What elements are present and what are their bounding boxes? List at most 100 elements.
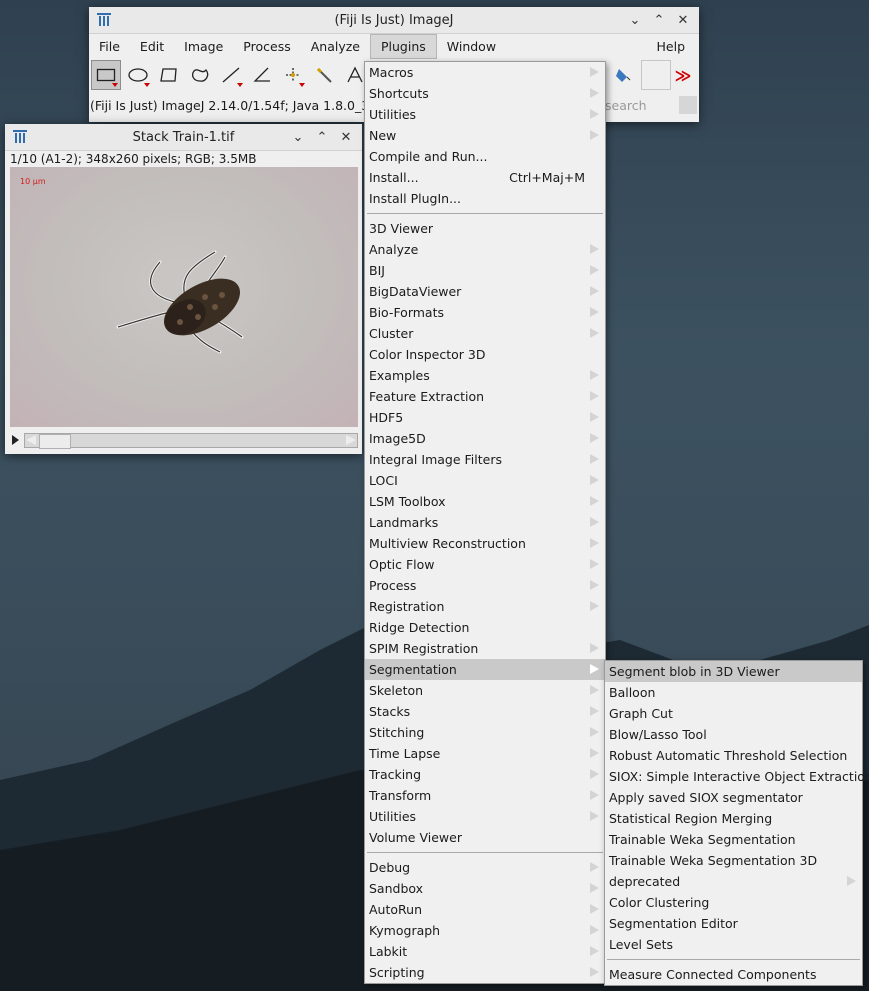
- oval-tool-icon[interactable]: [124, 61, 152, 89]
- menu-plugins[interactable]: Plugins: [369, 33, 437, 59]
- plugins-item-feature-extraction[interactable]: Feature Extraction: [365, 386, 605, 407]
- menu-image[interactable]: Image: [174, 35, 233, 58]
- plugins-item-image5d[interactable]: Image5D: [365, 428, 605, 449]
- segmentation-item-siox-simple-interactive-object-extraction[interactable]: SIOX: Simple Interactive Object Extracti…: [605, 766, 869, 787]
- empty-tool-slot[interactable]: [641, 60, 671, 90]
- plugins-item-loci[interactable]: LOCI: [365, 470, 605, 491]
- plugins-item-bij[interactable]: BIJ: [365, 260, 605, 281]
- search-input[interactable]: search: [605, 98, 647, 113]
- plugins-item-integral-image-filters[interactable]: Integral Image Filters: [365, 449, 605, 470]
- menu-process[interactable]: Process: [233, 35, 300, 58]
- more-tools-icon[interactable]: ≫: [669, 61, 697, 89]
- plugins-item-examples[interactable]: Examples: [365, 365, 605, 386]
- wand-tool-icon[interactable]: [310, 61, 338, 89]
- plugins-item-hdf5[interactable]: HDF5: [365, 407, 605, 428]
- scroll-left-icon[interactable]: [26, 435, 36, 445]
- segmentation-item-graph-cut[interactable]: Graph Cut: [605, 703, 862, 724]
- plugins-item-shortcuts[interactable]: Shortcuts: [365, 83, 605, 104]
- segmentation-item-balloon[interactable]: Balloon: [605, 682, 862, 703]
- plugins-item-kymograph[interactable]: Kymograph: [365, 920, 605, 941]
- close-icon[interactable]: ✕: [338, 129, 354, 145]
- segmentation-item-deprecated[interactable]: deprecated: [605, 871, 862, 892]
- menu-file[interactable]: File: [89, 35, 130, 58]
- menu-analyze[interactable]: Analyze: [301, 35, 370, 58]
- plugins-item-volume-viewer[interactable]: Volume Viewer: [365, 827, 605, 848]
- plugins-item-analyze[interactable]: Analyze: [365, 239, 605, 260]
- submenu-arrow-icon: [590, 412, 599, 422]
- segmentation-item-color-clustering[interactable]: Color Clustering: [605, 892, 862, 913]
- segmentation-item-blow-lasso-tool[interactable]: Blow/Lasso Tool: [605, 724, 862, 745]
- image-titlebar[interactable]: Stack Train-1.tif ⌄ ⌃ ✕: [5, 124, 362, 151]
- menu-window[interactable]: Window: [437, 35, 506, 58]
- plugins-item-bio-formats[interactable]: Bio-Formats: [365, 302, 605, 323]
- plugins-item-utilities[interactable]: Utilities: [365, 104, 605, 125]
- minimize-icon[interactable]: ⌄: [627, 12, 643, 28]
- plugins-item-macros[interactable]: Macros: [365, 62, 605, 83]
- submenu-arrow-icon: [590, 244, 599, 254]
- close-icon[interactable]: ✕: [675, 12, 691, 28]
- plugins-item-install[interactable]: Install... Ctrl+Maj+M: [365, 167, 605, 188]
- plugins-item-optic-flow[interactable]: Optic Flow: [365, 554, 605, 575]
- scroll-right-icon[interactable]: [346, 435, 356, 445]
- plugins-item-labkit[interactable]: Labkit: [365, 941, 605, 962]
- plugins-item-compile-and-run[interactable]: Compile and Run...: [365, 146, 605, 167]
- plugins-item-utilities[interactable]: Utilities: [365, 806, 605, 827]
- plugins-item-registration[interactable]: Registration: [365, 596, 605, 617]
- maximize-icon[interactable]: ⌃: [314, 129, 330, 145]
- plugins-item-new[interactable]: New: [365, 125, 605, 146]
- search-button[interactable]: [679, 96, 697, 114]
- fiji-logo-icon: [13, 130, 27, 144]
- segmentation-item-trainable-weka-segmentation-3d[interactable]: Trainable Weka Segmentation 3D: [605, 850, 862, 871]
- plugins-item-segmentation[interactable]: Segmentation: [365, 659, 605, 680]
- segmentation-item-segmentation-editor[interactable]: Segmentation Editor: [605, 913, 862, 934]
- minimize-icon[interactable]: ⌄: [290, 129, 306, 145]
- plugins-item-lsm-toolbox[interactable]: LSM Toolbox: [365, 491, 605, 512]
- plugins-item-stacks[interactable]: Stacks: [365, 701, 605, 722]
- segmentation-item-statistical-region-merging[interactable]: Statistical Region Merging: [605, 808, 862, 829]
- plugins-item-scripting[interactable]: Scripting: [365, 962, 605, 983]
- line-tool-icon[interactable]: [217, 61, 245, 89]
- menu-edit[interactable]: Edit: [130, 35, 174, 58]
- angle-tool-icon[interactable]: [248, 61, 276, 89]
- main-titlebar[interactable]: (Fiji Is Just) ImageJ ⌄ ⌃ ✕: [89, 7, 699, 34]
- plugins-item-landmarks[interactable]: Landmarks: [365, 512, 605, 533]
- plugins-item-3d-viewer[interactable]: 3D Viewer: [365, 218, 605, 239]
- plugins-item-debug[interactable]: Debug: [365, 857, 605, 878]
- plugins-item-transform[interactable]: Transform: [365, 785, 605, 806]
- plugins-item-install-plugin[interactable]: Install PlugIn...: [365, 188, 605, 209]
- segmentation-item-measure-connected-components[interactable]: Measure Connected Components: [605, 964, 862, 985]
- freehand-tool-icon[interactable]: [186, 61, 214, 89]
- plugins-item-bigdataviewer[interactable]: BigDataViewer: [365, 281, 605, 302]
- polygon-tool-icon[interactable]: [155, 61, 183, 89]
- plugins-item-autorun[interactable]: AutoRun: [365, 899, 605, 920]
- menu-help[interactable]: Help: [647, 35, 696, 58]
- plugins-item-color-inspector-3d[interactable]: Color Inspector 3D: [365, 344, 605, 365]
- plugins-item-process[interactable]: Process: [365, 575, 605, 596]
- point-tool-icon[interactable]: [279, 61, 307, 89]
- maximize-icon[interactable]: ⌃: [651, 12, 667, 28]
- segmentation-item-robust-automatic-threshold-selection[interactable]: Robust Automatic Threshold Selection: [605, 745, 862, 766]
- plugins-item-stitching[interactable]: Stitching: [365, 722, 605, 743]
- slider-thumb[interactable]: [39, 434, 71, 449]
- image-canvas[interactable]: 10 µm: [10, 167, 358, 427]
- segmentation-item-trainable-weka-segmentation[interactable]: Trainable Weka Segmentation: [605, 829, 862, 850]
- dropper-tool-icon[interactable]: [609, 61, 637, 89]
- submenu-arrow-icon: [590, 643, 599, 653]
- segmentation-item-apply-saved-siox-segmentator[interactable]: Apply saved SIOX segmentator: [605, 787, 862, 808]
- image-window: Stack Train-1.tif ⌄ ⌃ ✕ 1/10 (A1-2); 348…: [5, 124, 362, 454]
- segmentation-item-level-sets[interactable]: Level Sets: [605, 934, 862, 955]
- segmentation-item-segment-blob-in-3d-viewer[interactable]: Segment blob in 3D Viewer: [605, 661, 862, 682]
- submenu-arrow-icon: [590, 601, 599, 611]
- plugins-item-multiview-reconstruction[interactable]: Multiview Reconstruction: [365, 533, 605, 554]
- plugins-item-sandbox[interactable]: Sandbox: [365, 878, 605, 899]
- play-icon[interactable]: [12, 435, 19, 445]
- menu-item-label: Landmarks: [369, 515, 439, 530]
- stack-slider[interactable]: [10, 432, 358, 449]
- rectangle-tool-icon[interactable]: [91, 60, 121, 90]
- plugins-item-ridge-detection[interactable]: Ridge Detection: [365, 617, 605, 638]
- plugins-item-time-lapse[interactable]: Time Lapse: [365, 743, 605, 764]
- plugins-item-spim-registration[interactable]: SPIM Registration: [365, 638, 605, 659]
- plugins-item-cluster[interactable]: Cluster: [365, 323, 605, 344]
- plugins-item-tracking[interactable]: Tracking: [365, 764, 605, 785]
- plugins-item-skeleton[interactable]: Skeleton: [365, 680, 605, 701]
